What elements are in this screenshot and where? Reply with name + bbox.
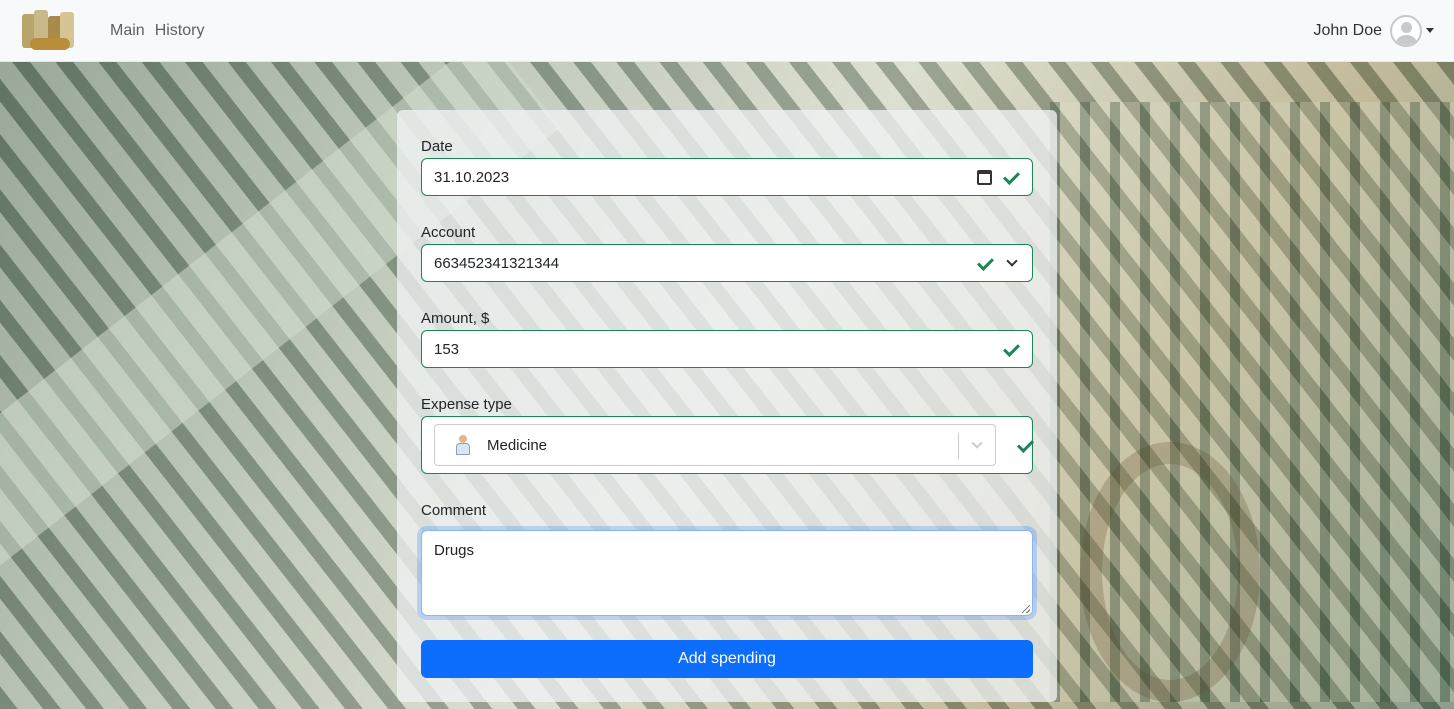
account-value: 663452341321344 bbox=[434, 254, 560, 272]
money-stack-icon[interactable] bbox=[20, 9, 78, 52]
valid-check-icon bbox=[976, 256, 994, 270]
comment-label: Comment bbox=[421, 502, 487, 519]
account-select[interactable]: 663452341321344 bbox=[421, 244, 1033, 282]
user-name: John Doe bbox=[1313, 21, 1383, 39]
comment-value: Drugs bbox=[434, 542, 475, 559]
account-label: Account bbox=[421, 224, 476, 241]
spending-form: Date 31.10.2023 Account 663452341321344 … bbox=[397, 110, 1057, 702]
nav-link-main[interactable]: Main bbox=[110, 22, 145, 40]
date-label: Date bbox=[421, 138, 453, 155]
user-avatar-icon[interactable] bbox=[1390, 14, 1422, 47]
expense-type-value: Medicine bbox=[487, 436, 548, 454]
date-value: 31.10.2023 bbox=[434, 168, 510, 186]
valid-check-icon bbox=[1016, 438, 1034, 452]
chevron-down-icon[interactable] bbox=[971, 437, 983, 449]
date-input[interactable]: 31.10.2023 bbox=[421, 158, 1033, 196]
expense-type-label: Expense type bbox=[421, 396, 512, 413]
amount-label: Amount, $ bbox=[421, 310, 490, 327]
calendar-icon[interactable] bbox=[977, 169, 992, 185]
user-menu[interactable]: John Doe bbox=[1313, 14, 1434, 47]
doctor-icon bbox=[453, 434, 473, 456]
amount-value: 153 bbox=[434, 340, 460, 358]
navbar: Main History John Doe bbox=[0, 0, 1454, 62]
resize-handle-icon[interactable] bbox=[1022, 605, 1030, 613]
expense-type-select[interactable]: Medicine bbox=[434, 424, 996, 466]
valid-check-icon bbox=[1002, 342, 1020, 356]
expense-type-field: Medicine bbox=[421, 416, 1033, 474]
nav-link-history[interactable]: History bbox=[155, 22, 205, 40]
select-separator bbox=[958, 433, 959, 459]
valid-check-icon bbox=[1002, 170, 1020, 184]
add-spending-button[interactable]: Add spending bbox=[421, 640, 1033, 678]
comment-textarea[interactable]: Drugs bbox=[421, 530, 1033, 616]
chevron-down-icon[interactable] bbox=[1006, 255, 1018, 267]
amount-input[interactable]: 153 bbox=[421, 330, 1033, 368]
caret-down-icon[interactable] bbox=[1426, 28, 1434, 33]
